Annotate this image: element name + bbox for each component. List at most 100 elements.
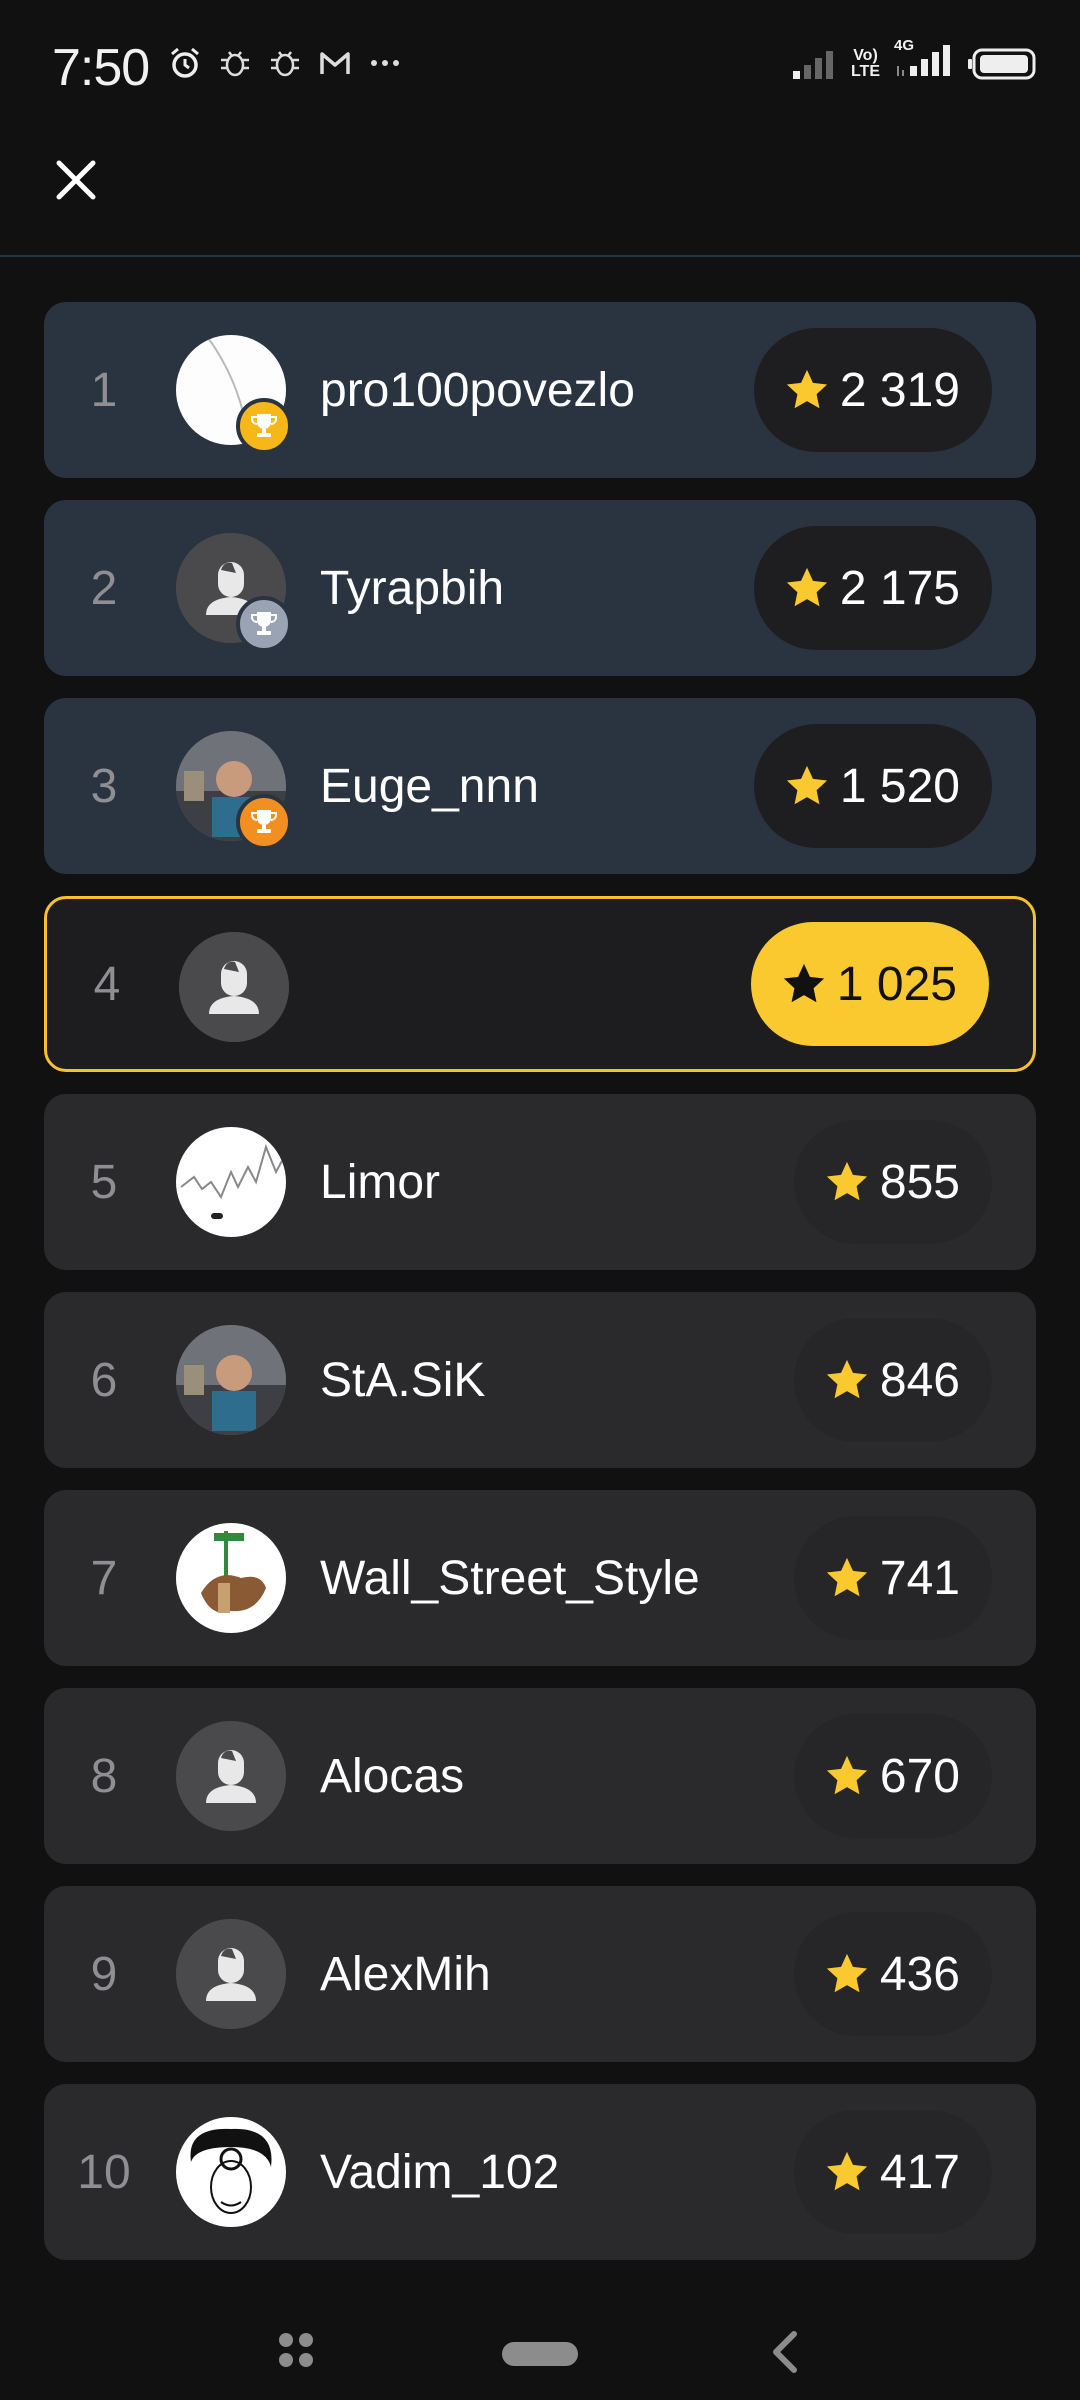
score-pill: 846	[793, 1318, 992, 1442]
avatar[interactable]	[179, 932, 289, 1042]
username: Vadim_102	[320, 2145, 560, 2199]
score-pill: 1 025	[750, 922, 989, 1046]
avatar[interactable]	[176, 2117, 286, 2227]
star-icon	[826, 1161, 868, 1201]
score-pill: 436	[793, 1912, 992, 2036]
score-value: 670	[879, 1749, 960, 1803]
avatar-image	[176, 1523, 286, 1633]
leaderboard-row[interactable]: 10 Vadim_102 417	[44, 2084, 1036, 2260]
system-nav-bar	[0, 2270, 1080, 2400]
username: Euge_nnn	[320, 759, 539, 813]
trophy-badge-bronze	[236, 794, 292, 850]
score-value: 417	[879, 2145, 960, 2199]
rank-number: 6	[90, 1353, 118, 1407]
system-status-icons: Vo) LTE 4G	[791, 38, 1038, 83]
rank-number: 4	[93, 957, 121, 1011]
trophy-icon	[251, 414, 277, 437]
home-pill-icon[interactable]	[502, 2342, 578, 2366]
score-value: 1 025	[836, 957, 957, 1011]
close-icon	[56, 160, 96, 200]
score-pill: 670	[793, 1714, 992, 1838]
trophy-badge-silver	[236, 596, 292, 652]
avatar[interactable]	[176, 1325, 286, 1435]
score-value: 2 319	[839, 363, 960, 417]
alarm-icon	[171, 47, 199, 78]
avatar[interactable]	[176, 1721, 286, 1831]
rank-number: 10	[77, 2145, 131, 2199]
signal-4g-icon: 4G	[894, 38, 954, 83]
status-bar: 7:50 Vo) LTE 4G	[0, 0, 1080, 130]
leaderboard-row[interactable]: 8 Alocas 670	[44, 1688, 1036, 1864]
battery-icon	[968, 48, 1036, 79]
more-dots-icon	[371, 60, 399, 66]
bug-icon	[271, 51, 299, 77]
username: AlexMih	[320, 1947, 491, 2001]
volte-indicator: Vo) LTE	[850, 46, 880, 80]
network-type-label: 4G	[894, 37, 915, 54]
bug-icon	[221, 51, 249, 77]
rank-number: 2	[90, 561, 118, 615]
star-icon	[786, 567, 827, 607]
score-pill: 2 319	[753, 328, 992, 452]
avatar-image	[176, 1325, 286, 1435]
signal-weak-icon	[792, 50, 833, 79]
score-value: 741	[879, 1551, 960, 1605]
star-icon	[826, 1953, 868, 1993]
username: Alocas	[320, 1749, 465, 1803]
score-value: 2 175	[839, 561, 960, 615]
star-icon	[826, 1557, 868, 1597]
avatar-image	[176, 1721, 286, 1831]
rank-number: 1	[90, 363, 118, 417]
star-icon	[826, 1755, 868, 1795]
avatar[interactable]	[176, 1919, 286, 2029]
notification-icons	[168, 46, 402, 80]
score-pill: 855	[793, 1120, 992, 1244]
score-value: 855	[879, 1155, 960, 1209]
rank-number: 3	[90, 759, 118, 813]
score-pill: 1 520	[753, 724, 992, 848]
rank-number: 7	[90, 1551, 118, 1605]
avatar-image	[176, 1919, 286, 2029]
username: Tyrapbih	[320, 561, 505, 615]
leaderboard-row[interactable]: 9 AlexMih 436	[44, 1886, 1036, 2062]
leaderboard-row[interactable]: 7 Wall_Street_Style 741	[44, 1490, 1036, 1666]
apps-icon[interactable]	[276, 2330, 316, 2370]
avatar[interactable]	[176, 1523, 286, 1633]
star-icon	[783, 963, 824, 1003]
username: pro100povezlo	[320, 363, 635, 417]
avatar-image	[176, 2117, 286, 2227]
trophy-icon	[251, 810, 277, 833]
rank-number: 8	[90, 1749, 118, 1803]
score-value: 1 520	[839, 759, 960, 813]
star-icon	[826, 2151, 868, 2191]
rank-number: 9	[90, 1947, 118, 2001]
avatar-image	[176, 1127, 286, 1237]
header-divider	[0, 255, 1080, 257]
username: Limor	[320, 1155, 441, 1209]
avatar[interactable]	[176, 1127, 286, 1237]
score-pill: 741	[793, 1516, 992, 1640]
leaderboard-row[interactable]: 2 Tyrapbih 2 175	[44, 500, 1036, 676]
leaderboard-row[interactable]: 1 pro100povezlo 2 319	[44, 302, 1036, 478]
username: Wall_Street_Style	[320, 1551, 700, 1605]
username: StA.SiK	[320, 1353, 486, 1407]
status-time: 7:50	[52, 39, 150, 97]
trophy-badge-gold	[236, 398, 292, 454]
leaderboard-row[interactable]: 3 Euge_nnn 1 520	[44, 698, 1036, 874]
score-pill: 2 175	[753, 526, 992, 650]
rank-number: 5	[90, 1155, 118, 1209]
score-value: 436	[879, 1947, 960, 2001]
avatar-image	[179, 932, 289, 1042]
gmail-icon	[320, 52, 350, 74]
leaderboard-row[interactable]: 5 Limor 855	[44, 1094, 1036, 1270]
back-icon[interactable]	[766, 2330, 806, 2374]
trophy-icon	[251, 612, 277, 635]
leaderboard-row[interactable]: 6 StA.SiK 846	[44, 1292, 1036, 1468]
score-pill: 417	[793, 2110, 992, 2234]
star-icon	[786, 765, 827, 805]
leaderboard-list: 1 pro100povezlo 2 319 2 Tyrapbih 2 175 3 Euge_n…	[44, 302, 1036, 2282]
close-button[interactable]	[44, 148, 108, 212]
leaderboard-row-current-user[interactable]: 4 1 025	[44, 896, 1036, 1072]
score-value: 846	[879, 1353, 960, 1407]
star-icon	[826, 1359, 868, 1399]
